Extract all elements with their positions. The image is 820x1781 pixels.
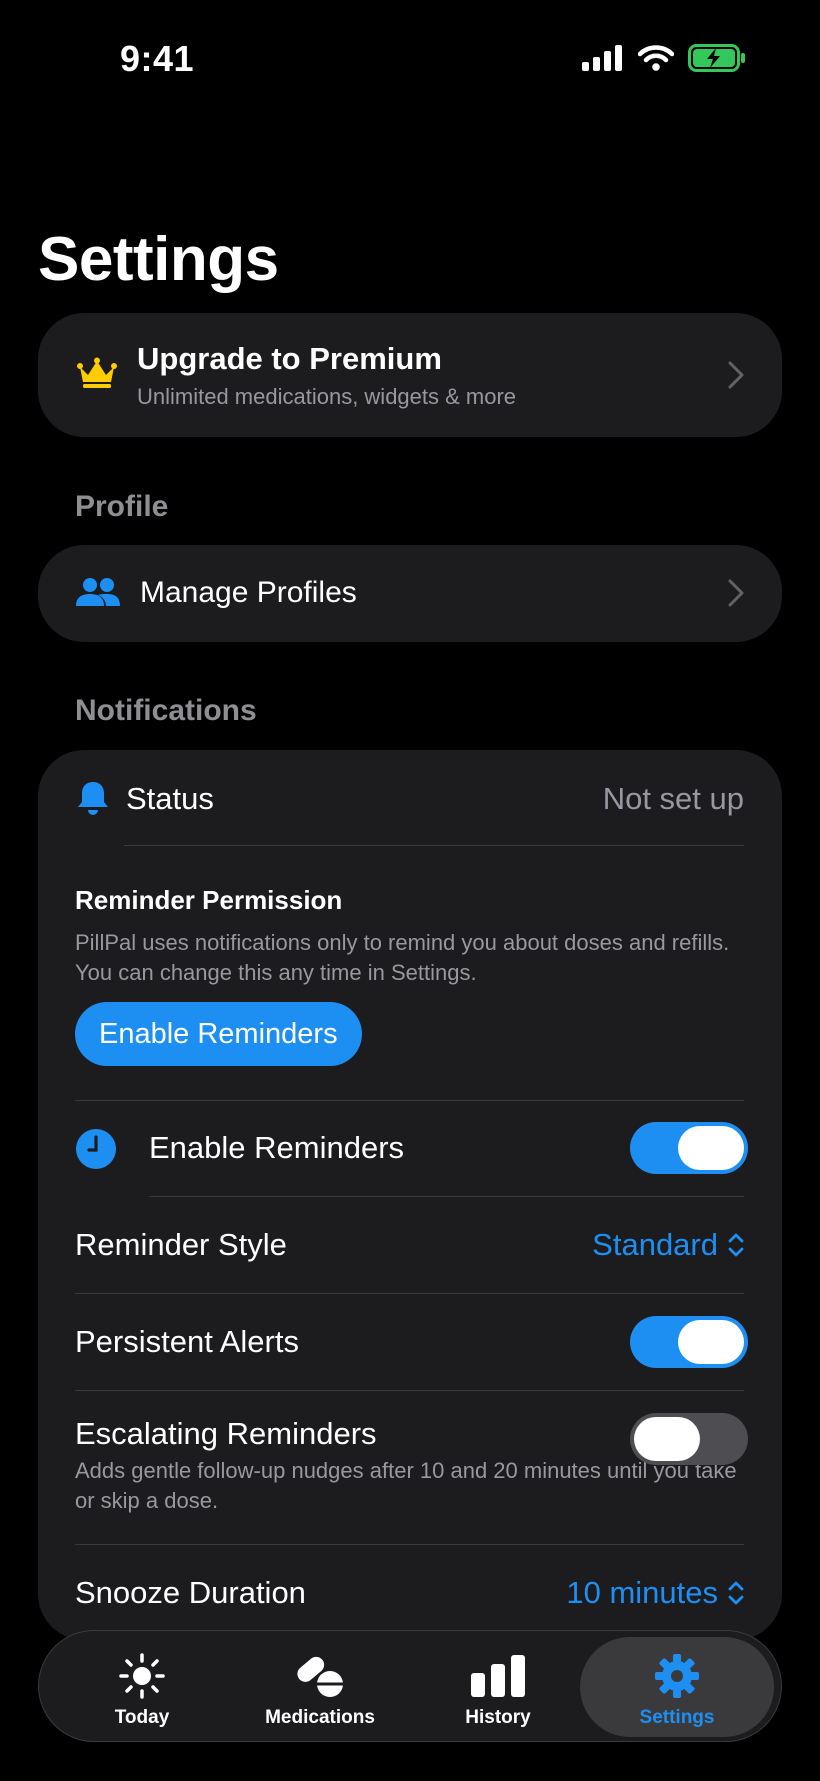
enable-reminders-label: Enable Reminders	[149, 1130, 405, 1165]
reminder-style-value: Standard	[592, 1227, 718, 1262]
enable-reminders-row: Enable Reminders	[38, 1100, 782, 1197]
tab-settings[interactable]: Settings	[580, 1637, 774, 1737]
escalating-reminders-label: Escalating Reminders	[75, 1416, 377, 1451]
escalating-reminders-description: Adds gentle follow-up nudges after 10 an…	[75, 1458, 737, 1513]
tab-label: Today	[114, 1707, 170, 1728]
reminder-style-label: Reminder Style	[75, 1227, 287, 1262]
permission-title: Reminder Permission	[75, 885, 343, 915]
escalating-reminders-toggle[interactable]	[630, 1413, 748, 1465]
reminder-style-row[interactable]: Reminder Style Standard	[38, 1197, 782, 1294]
tab-label: History	[465, 1707, 531, 1728]
chevron-right-icon	[728, 361, 744, 389]
snooze-duration-label: Snooze Duration	[75, 1575, 306, 1610]
persistent-alerts-label: Persistent Alerts	[75, 1324, 299, 1359]
tab-label: Settings	[639, 1707, 715, 1728]
enable-reminders-button[interactable]: Enable Reminders	[75, 1002, 362, 1066]
manage-profiles-row[interactable]: Manage Profiles	[38, 545, 782, 642]
page-title: Settings	[38, 225, 279, 294]
cellular-signal-icon	[582, 45, 622, 71]
bell-icon	[78, 782, 108, 815]
manage-profiles-label: Manage Profiles	[140, 576, 357, 609]
enable-reminders-toggle[interactable]	[630, 1122, 748, 1174]
escalating-reminders-row: Escalating Reminders Adds gentle follow-…	[38, 1391, 782, 1545]
tab-label: Medications	[265, 1707, 375, 1728]
permission-description: PillPal uses notifications only to remin…	[75, 930, 730, 985]
reminder-style-picker[interactable]: Standard	[592, 1227, 744, 1263]
tab-today[interactable]: Today	[57, 1637, 227, 1737]
status-time: 9:41	[120, 38, 195, 79]
status-value: Not set up	[602, 781, 744, 816]
persistent-alerts-toggle[interactable]	[630, 1316, 748, 1368]
status-label: Status	[126, 781, 214, 816]
notifications-section-header: Notifications	[75, 694, 257, 727]
clock-icon	[76, 1129, 116, 1169]
profile-section-header: Profile	[75, 490, 169, 523]
chevron-right-icon	[728, 579, 744, 607]
snooze-duration-picker[interactable]: 10 minutes	[566, 1575, 744, 1611]
tab-bar: Today Medications History Settings	[38, 1630, 782, 1742]
battery-charging-icon	[688, 44, 745, 72]
crown-icon	[77, 357, 117, 388]
bar-chart-icon	[471, 1655, 525, 1697]
people-icon	[76, 578, 120, 606]
status-bar: 9:41	[0, 0, 820, 120]
tab-medications[interactable]: Medications	[235, 1637, 405, 1737]
persistent-alerts-row: Persistent Alerts	[38, 1294, 782, 1391]
chevron-up-down-icon	[728, 1581, 744, 1605]
tab-history[interactable]: History	[413, 1637, 583, 1737]
chevron-up-down-icon	[728, 1233, 744, 1257]
snooze-duration-row[interactable]: Snooze Duration 10 minutes	[38, 1545, 782, 1640]
status-icons	[582, 44, 746, 72]
premium-title: Upgrade to Premium	[137, 341, 442, 376]
gear-icon	[655, 1654, 699, 1698]
pills-icon	[297, 1656, 343, 1697]
premium-subtitle: Unlimited medications, widgets & more	[137, 384, 517, 409]
snooze-duration-value: 10 minutes	[566, 1575, 718, 1610]
wifi-icon	[638, 45, 674, 71]
notification-status-row: Status Not set up	[38, 750, 782, 846]
notifications-card: Status Not set up Reminder Permission Pi…	[38, 750, 782, 1640]
divider	[124, 845, 744, 846]
upgrade-premium-row[interactable]: Upgrade to Premium Unlimited medications…	[38, 313, 782, 437]
sun-icon	[119, 1653, 165, 1699]
